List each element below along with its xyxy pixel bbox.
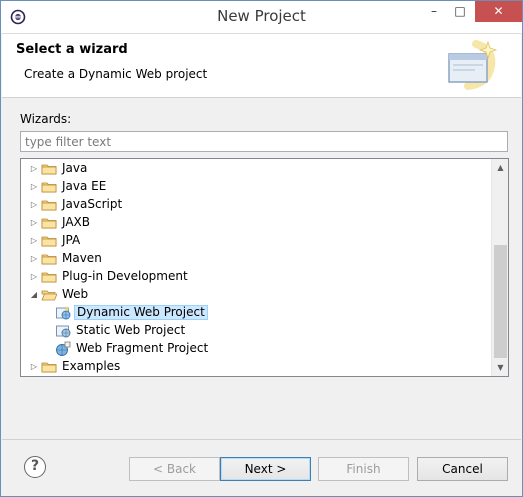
tree-item-label: Static Web Project: [76, 323, 186, 337]
tree-item-label: Java: [62, 161, 88, 175]
tree-item-label: JPA: [62, 233, 81, 247]
new-project-dialog: New Project – □ ✕ Select a wizard Create…: [0, 0, 523, 497]
wizard-banner-icon: [448, 40, 498, 90]
help-button[interactable]: ?: [24, 456, 46, 478]
wizards-label: Wizards:: [20, 112, 72, 126]
tree-item-label: JAXB: [62, 215, 90, 229]
collapsed-arrow-icon[interactable]: ▷: [29, 254, 39, 264]
dynamic-web-project-icon: [55, 305, 71, 321]
close-button[interactable]: ✕: [475, 1, 522, 22]
tree-scrollbar[interactable]: ▲ ▼: [491, 159, 508, 376]
tree-item-examples[interactable]: ▷ Examples: [21, 358, 491, 376]
tree-item-java-ee[interactable]: ▷ Java EE: [21, 178, 491, 196]
collapsed-arrow-icon[interactable]: ▷: [29, 272, 39, 282]
expanded-arrow-icon[interactable]: ◢: [29, 290, 39, 300]
collapsed-arrow-icon[interactable]: ▷: [29, 182, 39, 192]
tree-item-label: Java EE: [62, 179, 107, 193]
tree-item-label: Web: [62, 287, 89, 301]
folder-icon: [41, 233, 57, 249]
tree-item-web-fragment-project[interactable]: Web Fragment Project: [21, 340, 491, 358]
back-button[interactable]: < Back: [129, 457, 220, 481]
collapsed-arrow-icon[interactable]: ▷: [29, 200, 39, 210]
tree-item-label: Web Fragment Project: [76, 341, 209, 355]
collapsed-arrow-icon[interactable]: ▷: [29, 218, 39, 228]
filter-input[interactable]: [20, 131, 508, 152]
tree-item-dynamic-web-project[interactable]: Dynamic Web Project: [21, 304, 491, 322]
folder-open-icon: [41, 287, 58, 303]
folder-icon: [41, 215, 57, 231]
banner-title: Select a wizard: [16, 42, 128, 57]
web-fragment-project-icon: [55, 341, 71, 357]
collapsed-arrow-icon[interactable]: ▷: [29, 362, 39, 372]
tree-item-static-web-project[interactable]: Static Web Project: [21, 322, 491, 340]
tree-item-label: Maven: [62, 251, 102, 265]
tree-item-plug-in-development[interactable]: ▷ Plug-in Development: [21, 268, 491, 286]
folder-icon: [41, 197, 57, 213]
tree-item-label: JavaScript: [62, 197, 123, 211]
scroll-down-icon[interactable]: ▼: [492, 359, 508, 376]
tree-item-jpa[interactable]: ▷ JPA: [21, 232, 491, 250]
wizard-tree[interactable]: ▷ Java ▷ Java EE ▷ JavaScript ▷ JAXB ▷ JPA ▷ Maven ▷…: [20, 158, 509, 377]
folder-icon: [41, 269, 57, 285]
tree-item-web[interactable]: ◢ Web: [21, 286, 491, 304]
folder-icon: [41, 161, 57, 177]
folder-icon: [41, 251, 57, 267]
tree-item-maven[interactable]: ▷ Maven: [21, 250, 491, 268]
tree-item-label: Plug-in Development: [62, 269, 188, 283]
next-button[interactable]: Next >: [220, 457, 311, 481]
folder-icon: [41, 359, 57, 375]
collapsed-arrow-icon[interactable]: ▷: [29, 236, 39, 246]
tree-item-label: Dynamic Web Project: [74, 305, 208, 320]
scroll-up-icon[interactable]: ▲: [492, 159, 508, 176]
collapsed-arrow-icon[interactable]: ▷: [29, 164, 39, 174]
finish-button[interactable]: Finish: [318, 457, 409, 481]
tree-item-java[interactable]: ▷ Java: [21, 160, 491, 178]
tree-item-jaxb[interactable]: ▷ JAXB: [21, 214, 491, 232]
footer-separator: [2, 439, 521, 440]
tree-item-label: Examples: [62, 359, 121, 373]
folder-icon: [41, 179, 57, 195]
scroll-thumb[interactable]: [494, 245, 507, 358]
banner-description: Create a Dynamic Web project: [24, 67, 208, 81]
minimize-button[interactable]: –: [421, 1, 447, 22]
tree-item-javascript[interactable]: ▷ JavaScript: [21, 196, 491, 214]
static-web-project-icon: [55, 323, 71, 339]
cancel-button[interactable]: Cancel: [417, 457, 508, 481]
title-bar[interactable]: New Project – □ ✕: [1, 1, 522, 33]
maximize-button[interactable]: □: [447, 1, 473, 22]
wizard-banner: Select a wizard Create a Dynamic Web pro…: [2, 33, 521, 98]
